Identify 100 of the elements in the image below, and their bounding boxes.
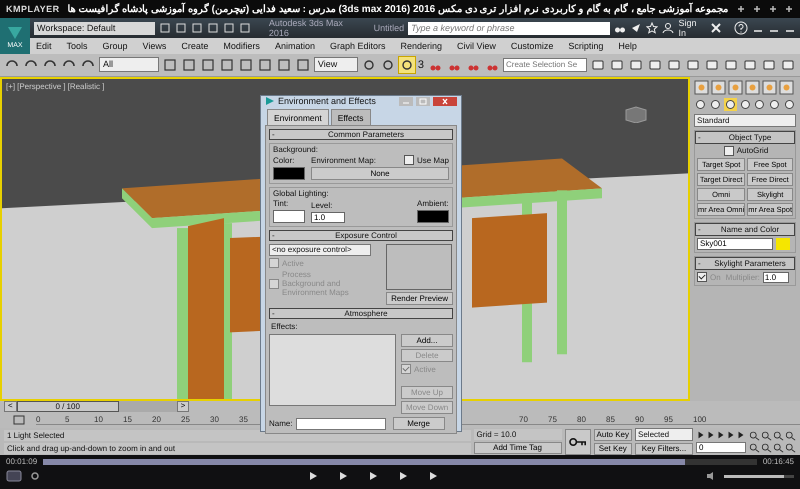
tint-color-swatch[interactable]: [273, 210, 305, 223]
render-preview-button[interactable]: Render Preview: [386, 292, 453, 305]
time-slider-handle[interactable]: 0 / 100: [16, 400, 119, 412]
level-label: Level:: [311, 201, 334, 210]
viewport-label[interactable]: [Realistic ]: [68, 82, 104, 91]
background-color-swatch[interactable]: [273, 167, 305, 180]
frame-tick-label: 75: [548, 415, 558, 424]
viewport-label[interactable]: [Perspective ]: [17, 82, 66, 91]
play-icon[interactable]: [716, 430, 726, 440]
total-time: 00:16:45: [762, 457, 794, 466]
frame-tick-label: 85: [606, 415, 616, 424]
menu-item[interactable]: Edit: [36, 41, 52, 51]
elapsed-time: 00:01:09: [6, 457, 38, 466]
category-icon[interactable]: [694, 98, 707, 111]
menu-item[interactable]: Tools: [66, 41, 88, 51]
rollout-header[interactable]: - Skylight Parameters: [695, 256, 795, 270]
menu-item[interactable]: Civil View: [457, 41, 496, 51]
category-icon[interactable]: [724, 98, 737, 111]
frame-tick-label: 70: [519, 415, 529, 424]
object-color-swatch[interactable]: [776, 238, 790, 250]
dialog-title: Environment and Effects: [278, 96, 377, 106]
frame-tick-label: 30: [210, 415, 220, 424]
menu-item[interactable]: Animation: [274, 41, 315, 51]
frame-tick-label: 80: [577, 415, 587, 424]
frame-tick-label: 20: [152, 415, 162, 424]
object-name-field[interactable]: Sky001: [697, 238, 773, 250]
category-icon[interactable]: [753, 98, 766, 111]
user-icon[interactable]: [662, 22, 674, 34]
frame-tick-label: 35: [239, 415, 249, 424]
key-mode-dropdown[interactable]: Selected: [635, 428, 693, 442]
frame-tick-label: 90: [635, 415, 645, 424]
effect-name-field[interactable]: [296, 418, 386, 430]
app-icon: [265, 96, 275, 106]
environment-map-button[interactable]: None: [311, 167, 449, 180]
menu-item[interactable]: Rendering: [400, 41, 442, 51]
effects-list[interactable]: [269, 334, 396, 406]
effects-label: Effects:: [270, 322, 299, 331]
menu-item[interactable]: Scripting: [568, 41, 604, 51]
menu-item[interactable]: Views: [142, 41, 166, 51]
checkbox-label: AutoGrid: [736, 146, 768, 156]
environment-map-label: Environment Map:: [311, 156, 376, 164]
rollout-header[interactable]: - Object Type: [695, 130, 795, 144]
previous-frame-button[interactable]: <: [4, 400, 17, 412]
search-field[interactable]: Type a keyword or phrase: [408, 22, 610, 34]
autogrid-checkbox[interactable]: [724, 146, 734, 156]
dialog-tab[interactable]: Effects: [330, 109, 371, 125]
named-selection-field[interactable]: Create Selection Se: [503, 58, 587, 72]
auto-key-button[interactable]: Auto Key: [594, 428, 632, 441]
selection-filter-dropdown[interactable]: All: [99, 57, 159, 72]
category-icon[interactable]: [708, 98, 722, 111]
add-time-tag-button[interactable]: Add Time Tag: [474, 442, 562, 454]
set-key-button[interactable]: Set Key: [594, 442, 632, 455]
sign-in-link[interactable]: Sign In: [678, 18, 706, 38]
frame-tick-label: 10: [94, 415, 104, 424]
speaker-icon[interactable]: [706, 471, 716, 481]
exposure-dropdown[interactable]: <no exposure control>: [269, 244, 371, 256]
preview-area: [386, 244, 452, 290]
ambient-label: Ambient:: [417, 199, 449, 208]
video-title: مجموعه آموزشی جامع ، گام به گام و کاربردی نرم افزار تری دی مکس 2016 (3ds max 2016) مدرس : سعید فدایی (تیچرمن) گروه آموزشی پادشاه گرافیست ها: [68, 3, 728, 15]
snap-toggle[interactable]: 3: [418, 58, 424, 71]
menu-item[interactable]: Modifiers: [223, 41, 260, 51]
play-icon[interactable]: [367, 470, 379, 482]
rollout-header[interactable]: - Exposure Control: [269, 230, 453, 241]
dialog-tab[interactable]: Environment: [267, 109, 329, 125]
on-checkbox[interactable]: [697, 272, 707, 282]
menu-item[interactable]: Group: [102, 41, 128, 51]
multiplier-spinner[interactable]: 1.0: [762, 272, 789, 283]
workspace-dropdown[interactable]: Workspace: Default: [34, 22, 155, 34]
effect-button[interactable]: Add...: [401, 334, 453, 347]
use-map-checkbox[interactable]: [404, 155, 414, 165]
viewcube-icon[interactable]: [624, 104, 648, 123]
seek-bar[interactable]: [43, 458, 757, 464]
reference-coordinate-dropdown[interactable]: View: [314, 57, 358, 72]
category-icon[interactable]: [738, 98, 752, 111]
player-logo: KMPLAYER: [6, 4, 60, 14]
file-name: Untitled: [374, 23, 404, 33]
menu-item[interactable]: Graph Editors: [330, 41, 386, 51]
volume-slider[interactable]: [724, 474, 794, 478]
star-icon[interactable]: [646, 22, 658, 34]
rollout-header[interactable]: - Name and Color: [695, 222, 795, 236]
zoom-icon[interactable]: [749, 430, 760, 442]
menu-item[interactable]: Help: [618, 41, 637, 51]
help-icon[interactable]: [734, 21, 748, 35]
viewport-label[interactable]: [+]: [6, 82, 16, 91]
level-spinner[interactable]: 1.0: [311, 212, 345, 223]
frame-tick-label: 25: [181, 415, 191, 424]
menu-item[interactable]: Create: [181, 41, 208, 51]
category-dropdown[interactable]: Standard: [694, 114, 796, 127]
current-frame-field[interactable]: 0: [696, 442, 746, 454]
menu-item[interactable]: Customize: [510, 41, 554, 51]
merge-button[interactable]: Merge: [392, 417, 445, 430]
grid-status: Grid = 10.0: [474, 429, 562, 440]
category-icon[interactable]: [768, 98, 782, 111]
rollout-header[interactable]: - Atmosphere: [269, 308, 453, 319]
key-icon[interactable]: [564, 428, 591, 455]
key-filters-button[interactable]: Key Filters...: [635, 443, 693, 456]
group-label: Global Lighting:: [273, 189, 330, 198]
rollout-header[interactable]: - Common Parameters: [269, 129, 453, 140]
category-icon[interactable]: [783, 98, 796, 111]
ambient-color-swatch[interactable]: [417, 210, 449, 223]
